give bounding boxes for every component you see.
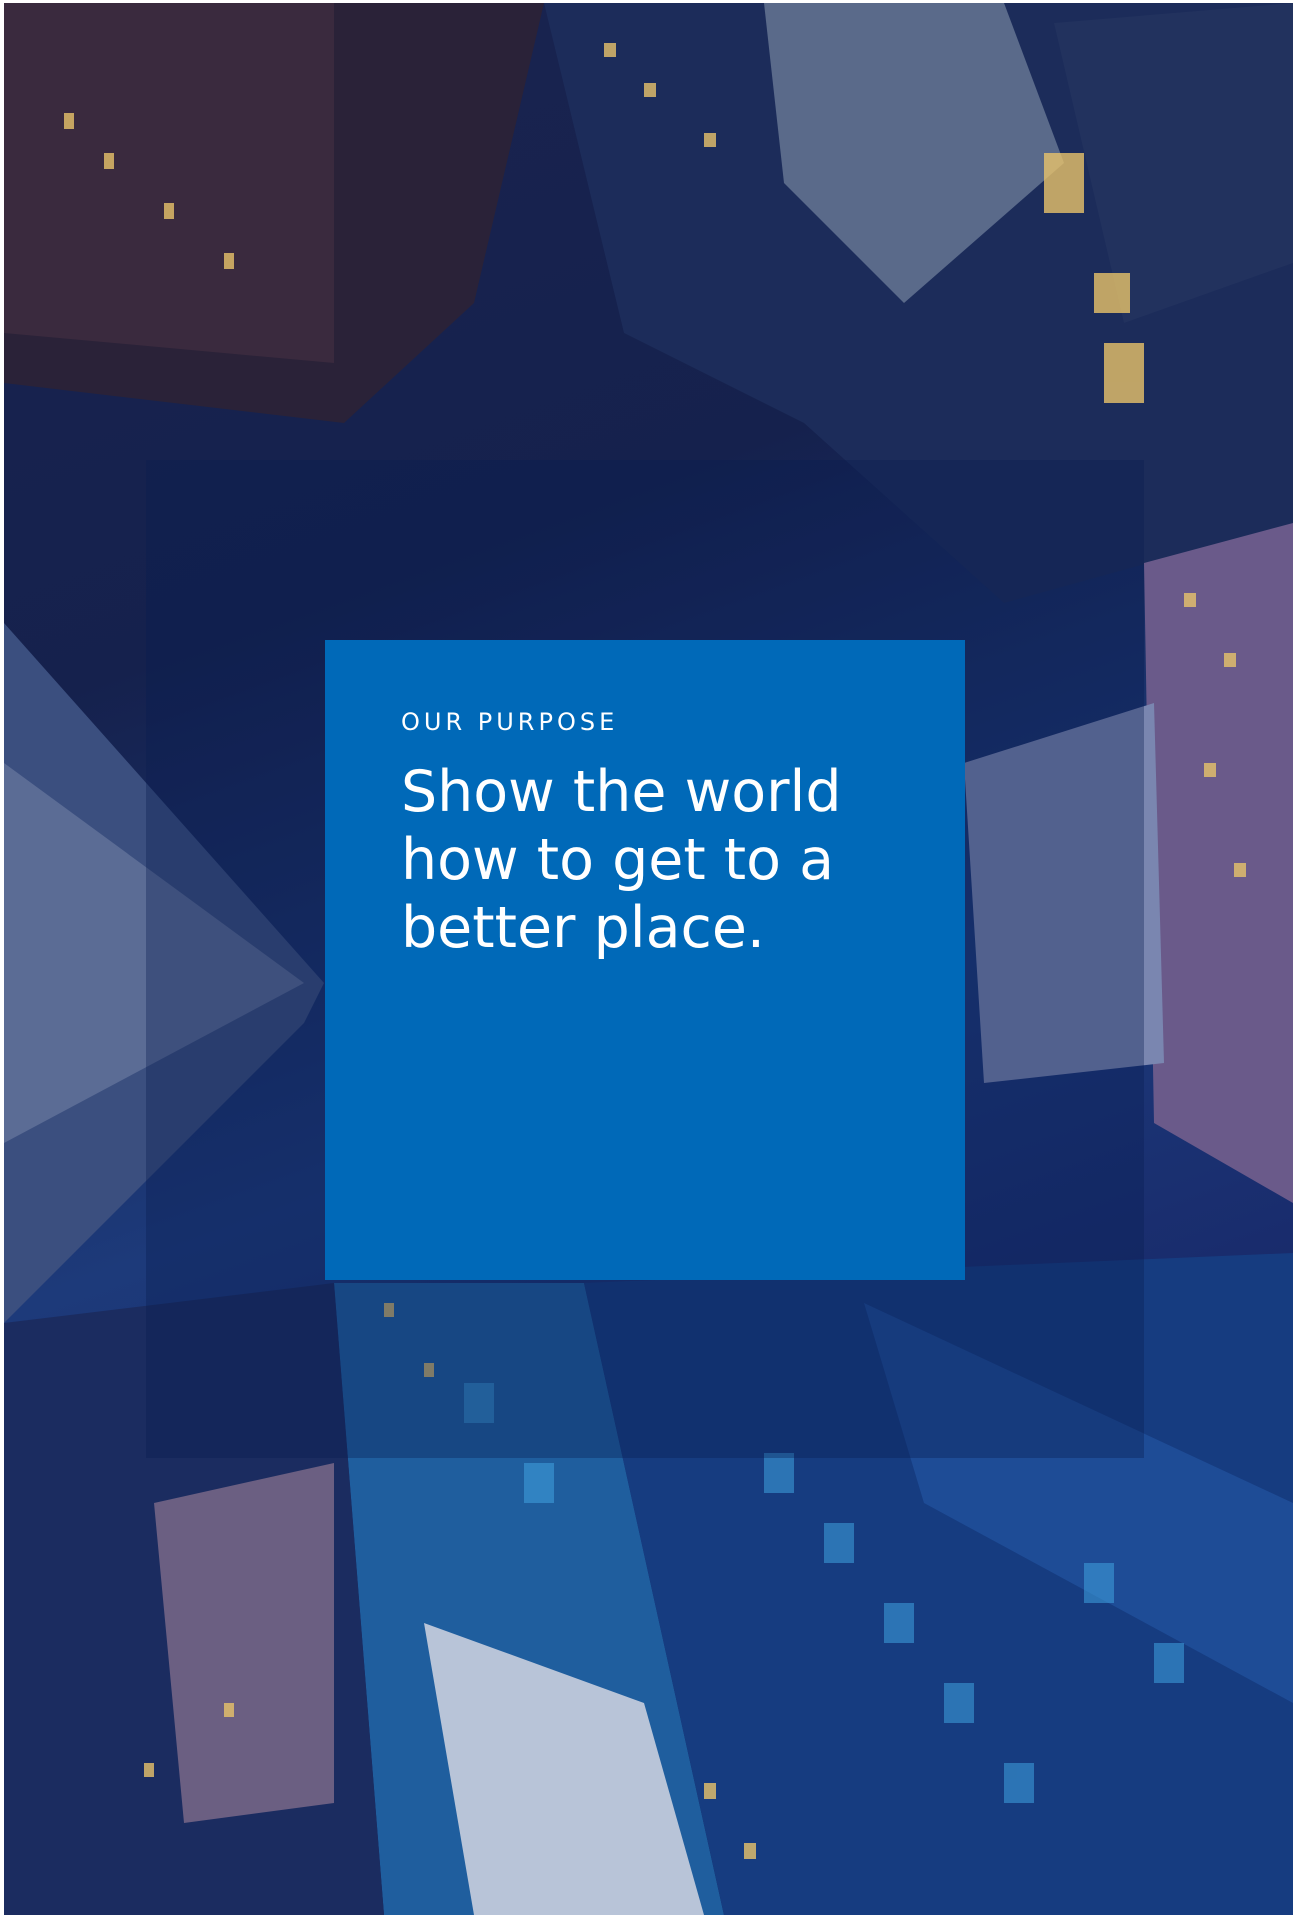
purpose-headline: Show the world how to get to a better pl… bbox=[401, 759, 842, 961]
purpose-card: OUR PURPOSE Show the world how to get to… bbox=[325, 640, 965, 1280]
section-eyebrow: OUR PURPOSE bbox=[401, 708, 619, 736]
page: OUR PURPOSE Show the world how to get to… bbox=[0, 0, 1297, 1915]
